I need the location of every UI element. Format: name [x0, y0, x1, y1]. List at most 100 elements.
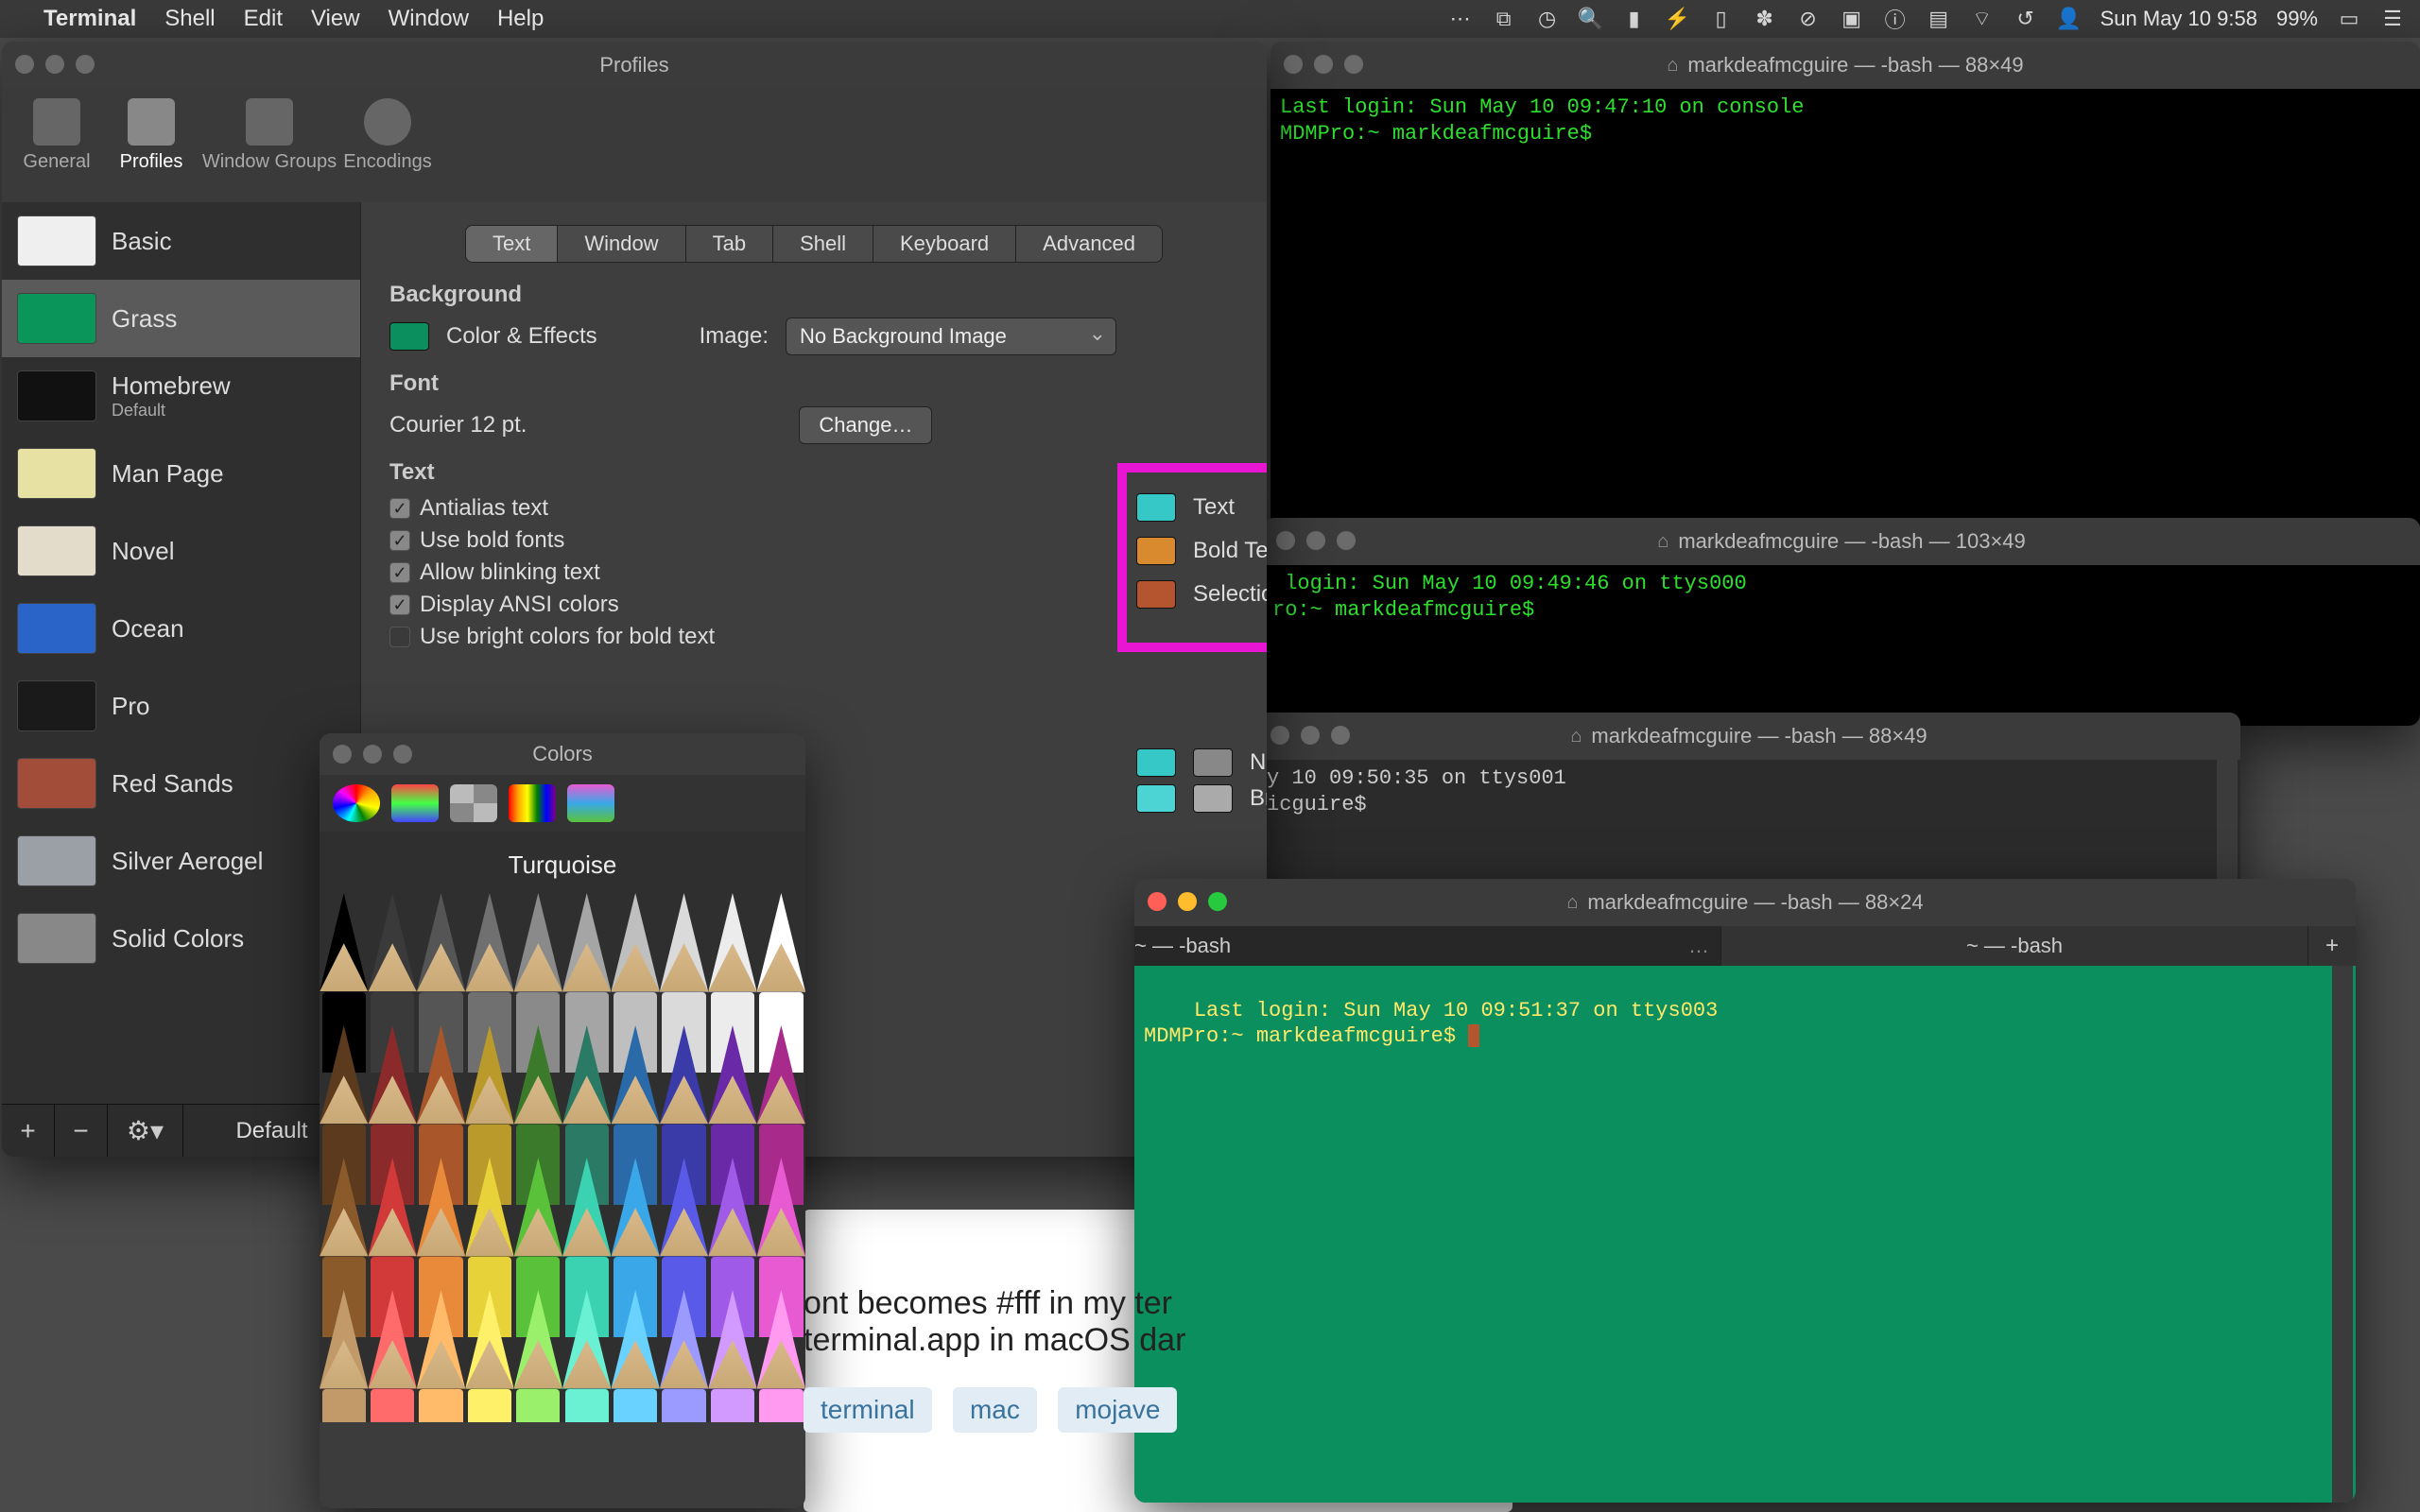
scrollbar[interactable]	[2332, 966, 2353, 1503]
terminal-tab[interactable]: ~ — -bash	[1721, 926, 2308, 966]
terminal-window-1[interactable]: ⌂ markdeafmcguire — -bash — 88×49 Last l…	[1270, 42, 2420, 533]
palettes-mode-icon[interactable]	[450, 784, 497, 822]
change-font-button[interactable]: Change…	[799, 406, 932, 444]
spectrum-mode-icon[interactable]	[509, 784, 556, 822]
menu-help[interactable]: Help	[497, 6, 544, 32]
menu-extra-dots-icon[interactable]: ⋯	[1448, 7, 1473, 31]
colors-panel[interactable]: Colors Turquoise	[320, 733, 805, 1508]
traffic-lights[interactable]	[1148, 892, 1227, 911]
pencil-color[interactable]	[562, 1290, 611, 1422]
info-icon[interactable]: ⓘ	[1883, 7, 1908, 31]
terminal-window-4[interactable]: ⌂ markdeafmcguire — -bash — 88×24 ~ — -b…	[1134, 879, 2356, 1503]
checkbox-display-ansi-colors[interactable]: ✓Display ANSI colors	[389, 592, 1238, 618]
prefs-tab-window-groups[interactable]: Window Groups	[199, 98, 340, 202]
list-icon[interactable]: ☰	[2380, 7, 2405, 31]
clock-icon[interactable]: ◷	[1535, 7, 1560, 31]
checkbox-use-bold-fonts[interactable]: ✓Use bold fonts	[389, 527, 1238, 554]
profile-item-pro[interactable]: Pro	[2, 667, 360, 745]
settings-tab-keyboard[interactable]: Keyboard	[873, 226, 1016, 262]
menu-view[interactable]: View	[311, 6, 360, 32]
pencil-color[interactable]	[320, 1290, 368, 1422]
profile-item-man-page[interactable]: Man Page	[2, 435, 360, 512]
ansi-normal-swatch2[interactable]	[1193, 748, 1233, 777]
menu-window[interactable]: Window	[389, 6, 469, 32]
titlebar[interactable]: ⌂ markdeafmcguire — -bash — 88×49	[1257, 713, 2240, 760]
profile-item-ocean[interactable]: Ocean	[2, 590, 360, 667]
settings-tab-text[interactable]: Text	[466, 226, 558, 262]
menubar-battery-pct[interactable]: 99%	[2276, 7, 2318, 31]
settings-tab-window[interactable]: Window	[558, 226, 685, 262]
checkbox-use-bright-colors-for-bold-text[interactable]: Use bright colors for bold text	[389, 624, 1238, 650]
new-tab-button[interactable]: +	[2308, 926, 2356, 966]
display-icon[interactable]: ▤	[1927, 7, 1951, 31]
titlebar[interactable]: ⌂ markdeafmcguire — -bash — 88×24	[1134, 879, 2356, 926]
titlebar[interactable]: ⌂ markdeafmcguire — -bash — 103×49	[1263, 518, 2420, 565]
profile-item-homebrew[interactable]: HomebrewDefault	[2, 357, 360, 435]
profile-item-basic[interactable]: Basic	[2, 202, 360, 280]
terminal-output[interactable]: Last login: Sun May 10 09:47:10 on conso…	[1270, 89, 2420, 533]
no-entry-icon[interactable]: ⊘	[1796, 7, 1821, 31]
pencil-color[interactable]	[417, 1290, 465, 1422]
tag[interactable]: terminal	[804, 1387, 932, 1433]
traffic-lights[interactable]	[15, 55, 95, 74]
flower-icon[interactable]: ✽	[1753, 7, 1777, 31]
add-profile-button[interactable]: +	[2, 1105, 55, 1158]
settings-tab-shell[interactable]: Shell	[773, 226, 873, 262]
pencil-picker[interactable]	[320, 893, 805, 1422]
menubar-clock[interactable]: Sun May 10 9:58	[2100, 7, 2257, 31]
pencils-mode-icon[interactable]	[567, 784, 614, 822]
battery-icon[interactable]: ▭	[2337, 7, 2361, 31]
traffic-lights[interactable]	[333, 745, 412, 764]
settings-tab-tab[interactable]: Tab	[686, 226, 773, 262]
pencil-color[interactable]	[660, 1290, 708, 1422]
menu-shell[interactable]: Shell	[164, 6, 215, 32]
user-icon[interactable]: 👤	[2057, 7, 2082, 31]
titlebar[interactable]: ⌂ markdeafmcguire — -bash — 88×49	[1270, 42, 2420, 89]
spotlight-icon[interactable]: 🔍	[1579, 7, 1603, 31]
ansi-normal-swatch[interactable]	[1136, 748, 1176, 777]
titlebar[interactable]: Profiles	[2, 42, 1267, 89]
pencil-color[interactable]	[611, 1290, 659, 1422]
pencil-color[interactable]	[514, 1290, 562, 1422]
profile-item-novel[interactable]: Novel	[2, 512, 360, 590]
terminal-output[interactable]: y 10 09:50:35 on ttys001 icguire$	[1257, 760, 2240, 892]
color-wheel-mode-icon[interactable]	[333, 784, 380, 822]
pencil-color[interactable]	[368, 1290, 416, 1422]
terminal-output[interactable]: login: Sun May 10 09:49:46 on ttys000 ro…	[1263, 565, 2420, 726]
profile-actions-menu[interactable]: ⚙︎▾	[108, 1105, 183, 1158]
background-color-well[interactable]	[389, 322, 429, 351]
bookmark-icon[interactable]: ▮	[1622, 7, 1647, 31]
pencil-color[interactable]	[465, 1290, 513, 1422]
settings-tab-advanced[interactable]: Advanced	[1016, 226, 1162, 262]
ansi-bright-swatch2[interactable]	[1193, 784, 1233, 813]
ansi-bright-swatch[interactable]	[1136, 784, 1176, 813]
prefs-tab-general[interactable]: General	[9, 98, 104, 202]
menubar-app-name[interactable]: Terminal	[43, 6, 136, 32]
tag[interactable]: mojave	[1058, 1387, 1177, 1433]
layout-icon[interactable]: ▣	[1840, 7, 1864, 31]
terminal-window-2[interactable]: ⌂ markdeafmcguire — -bash — 103×49 login…	[1263, 518, 2420, 726]
tag[interactable]: mac	[953, 1387, 1037, 1433]
menu-edit[interactable]: Edit	[244, 6, 283, 32]
profile-item-red-sands[interactable]: Red Sands	[2, 745, 360, 822]
pencil-color[interactable]	[708, 1290, 756, 1422]
background-image-select[interactable]: No Background Image	[786, 318, 1116, 355]
prefs-tab-encodings[interactable]: Encodings	[340, 98, 435, 202]
scrollbar[interactable]	[2217, 713, 2238, 892]
profile-item-solid-colors[interactable]: Solid Colors	[2, 900, 360, 977]
pencil-color[interactable]	[757, 1290, 805, 1422]
dropbox-icon[interactable]: ⧉	[1492, 7, 1516, 31]
terminal-output[interactable]: Last login: Sun May 10 09:51:37 on ttys0…	[1134, 966, 2356, 1503]
titlebar[interactable]: Colors	[320, 733, 805, 775]
profile-item-grass[interactable]: Grass	[2, 280, 360, 357]
timemachine-icon[interactable]: ↺	[2014, 7, 2038, 31]
sliders-mode-icon[interactable]	[391, 784, 439, 822]
prefs-tab-profiles[interactable]: Profiles	[104, 98, 199, 202]
checkbox-antialias-text[interactable]: ✓Antialias text	[389, 495, 1238, 522]
wifi-icon[interactable]: ⌔	[1970, 7, 1995, 31]
terminal-tab[interactable]: ~ — -bash…	[1134, 926, 1721, 966]
checkbox-allow-blinking-text[interactable]: ✓Allow blinking text	[389, 559, 1238, 586]
remove-profile-button[interactable]: −	[55, 1105, 108, 1158]
bolt-icon[interactable]: ⚡	[1666, 7, 1690, 31]
profile-item-silver-aerogel[interactable]: Silver Aerogel	[2, 822, 360, 900]
